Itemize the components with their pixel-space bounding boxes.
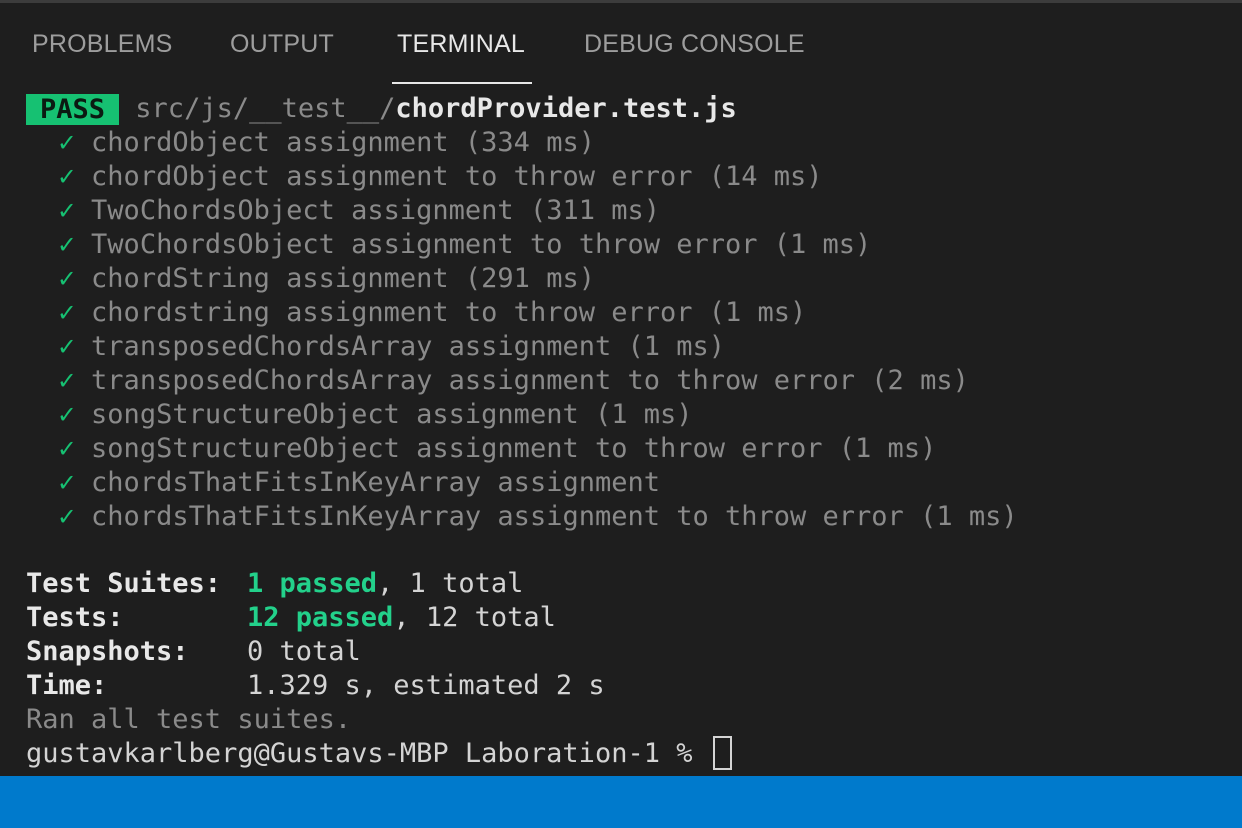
tab-output[interactable]: OUTPUT <box>230 30 334 59</box>
summary-label: Snapshots: <box>26 636 189 667</box>
summary-snapshots: Snapshots: 0 total <box>26 635 361 669</box>
summary-label: Tests: <box>26 602 124 633</box>
test-file-name: chordProvider.test.js <box>395 93 737 124</box>
check-icon: ✓ <box>58 399 75 430</box>
check-icon: ✓ <box>58 365 75 396</box>
summary-label: Time: <box>26 670 108 701</box>
check-icon: ✓ <box>58 229 75 260</box>
test-result-text: transposedChordsArray assignment (1 ms) <box>91 331 726 362</box>
test-result: ✓ TwoChordsObject assignment (311 ms) <box>26 194 660 228</box>
terminal-panel: PROBLEMS OUTPUT TERMINAL DEBUG CONSOLE P… <box>0 0 1242 828</box>
test-result: ✓ TwoChordsObject assignment to throw er… <box>26 228 872 262</box>
summary-tests: Tests: 12 passed, 12 total <box>26 601 556 635</box>
test-result-text: chordsThatFitsInKeyArray assignment <box>91 467 660 498</box>
terminal-cursor <box>712 735 732 770</box>
summary-test-suites: Test Suites: 1 passed, 1 total <box>26 567 523 601</box>
test-result-text: chordString assignment (291 ms) <box>91 263 595 294</box>
check-icon: ✓ <box>58 263 75 294</box>
status-bar <box>0 776 1242 828</box>
test-result-text: chordstring assignment to throw error (1… <box>91 297 807 328</box>
tests-total: , 12 total <box>393 602 556 633</box>
test-result-text: TwoChordsObject assignment (311 ms) <box>91 195 660 226</box>
check-icon: ✓ <box>58 331 75 362</box>
test-result-text: TwoChordsObject assignment to throw erro… <box>91 229 872 260</box>
test-result: ✓ chordObject assignment to throw error … <box>26 160 823 194</box>
tests-passed: 12 passed <box>247 602 394 633</box>
tab-problems[interactable]: PROBLEMS <box>32 30 173 59</box>
test-result-text: chordObject assignment (334 ms) <box>91 127 595 158</box>
test-result: ✓ chordsThatFitsInKeyArray assignment <box>26 466 660 500</box>
summary-time: Time: 1.329 s, estimated 2 s <box>26 669 605 703</box>
suites-total: , 1 total <box>377 568 524 599</box>
tab-debug-console[interactable]: DEBUG CONSOLE <box>584 30 805 59</box>
check-icon: ✓ <box>58 127 75 158</box>
ran-all-message: Ran all test suites. <box>26 704 352 735</box>
pass-badge: PASS <box>26 94 120 125</box>
time-value: 1.329 s, estimated 2 s <box>247 670 605 701</box>
test-result: ✓ chordstring assignment to throw error … <box>26 296 807 330</box>
pass-line: PASS src/js/__test__/chordProvider.test.… <box>26 92 737 126</box>
suites-passed: 1 passed <box>247 568 378 599</box>
test-result: ✓ chordString assignment (291 ms) <box>26 262 595 296</box>
test-result: ✓ songStructureObject assignment (1 ms) <box>26 398 693 432</box>
panel-tabs: PROBLEMS OUTPUT TERMINAL DEBUG CONSOLE <box>0 3 1242 85</box>
test-result: ✓ songStructureObject assignment to thro… <box>26 432 937 466</box>
check-icon: ✓ <box>58 195 75 226</box>
test-result-text: songStructureObject assignment to throw … <box>91 433 937 464</box>
test-result-text: transposedChordsArray assignment to thro… <box>91 365 969 396</box>
check-icon: ✓ <box>58 467 75 498</box>
check-icon: ✓ <box>58 501 75 532</box>
test-result-text: chordsThatFitsInKeyArray assignment to t… <box>91 501 1018 532</box>
test-result: ✓ transposedChordsArray assignment (1 ms… <box>26 330 726 364</box>
snapshots-value: 0 total <box>247 636 361 667</box>
shell-prompt: gustavkarlberg@Gustavs-MBP Laboration-1 … <box>26 738 709 769</box>
summary-label: Test Suites: <box>26 568 222 599</box>
test-result: ✓ chordObject assignment (334 ms) <box>26 126 595 160</box>
check-icon: ✓ <box>58 161 75 192</box>
test-file-dir: src/js/__test__/ <box>135 93 396 124</box>
tab-terminal[interactable]: TERMINAL <box>397 30 525 59</box>
terminal-output[interactable]: PASS src/js/__test__/chordProvider.test.… <box>26 90 1236 776</box>
check-icon: ✓ <box>58 297 75 328</box>
shell-prompt-line[interactable]: gustavkarlberg@Gustavs-MBP Laboration-1 … <box>26 735 732 771</box>
test-result: ✓ chordsThatFitsInKeyArray assignment to… <box>26 500 1018 534</box>
test-result-text: songStructureObject assignment (1 ms) <box>91 399 693 430</box>
test-result: ✓ transposedChordsArray assignment to th… <box>26 364 969 398</box>
test-result-text: chordObject assignment to throw error (1… <box>91 161 823 192</box>
active-tab-indicator <box>392 82 532 84</box>
check-icon: ✓ <box>58 433 75 464</box>
